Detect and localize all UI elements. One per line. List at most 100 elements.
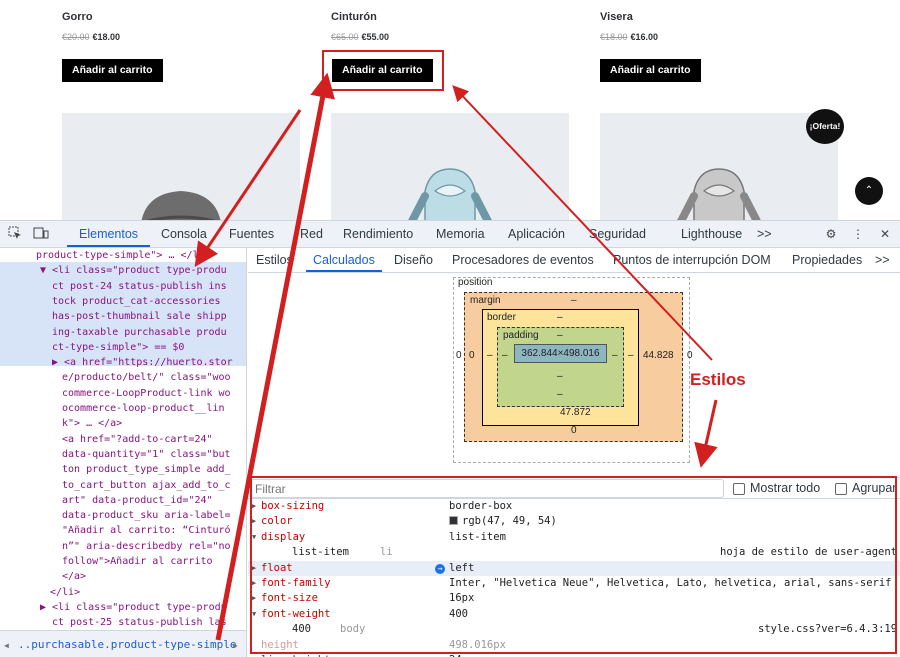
- breadcrumb-item[interactable]: ..purchasable.product-type-simple: [18, 637, 237, 652]
- border-label: border: [487, 312, 516, 323]
- more-tabs-icon[interactable]: >>: [875, 248, 890, 272]
- dom-line[interactable]: ct-type-simple"> == $0: [52, 340, 184, 355]
- hoodie-image: [675, 168, 763, 223]
- gear-icon[interactable]: ⚙: [823, 226, 839, 242]
- position-label: position: [458, 277, 493, 288]
- product-name[interactable]: Gorro: [62, 11, 93, 23]
- tab-sources[interactable]: Fuentes: [229, 221, 274, 247]
- add-to-cart-button[interactable]: Añadir al carrito: [600, 59, 701, 82]
- margin-label: margin: [470, 295, 501, 306]
- dom-line[interactable]: "Añadir al carrito: “Cinturó: [62, 523, 231, 538]
- dom-line[interactable]: ton product_type_simple add_: [62, 462, 231, 477]
- padding-right-value[interactable]: –: [612, 350, 618, 361]
- dom-line[interactable]: ct post-24 status-publish ins: [52, 279, 227, 294]
- dom-line[interactable]: art" data-product_id="24": [62, 493, 213, 508]
- product-image[interactable]: [600, 113, 838, 223]
- old-price: €18.00: [600, 32, 628, 42]
- dom-line[interactable]: ▶ <li class="product type-produ: [40, 600, 227, 615]
- old-price: €20.00: [62, 32, 90, 42]
- device-toolbar-icon[interactable]: [33, 226, 49, 242]
- tab-network[interactable]: Red: [300, 221, 323, 247]
- chevron-right-icon[interactable]: ▶: [233, 638, 238, 653]
- tab-memory[interactable]: Memoria: [436, 221, 485, 247]
- dom-line[interactable]: k"> … </a>: [62, 416, 122, 431]
- tab-lighthouse[interactable]: Lighthouse: [681, 221, 742, 247]
- border-left-value[interactable]: –: [487, 350, 493, 361]
- dom-line[interactable]: data-product_sku aria-label=: [62, 508, 231, 523]
- sale-price: €55.00: [361, 32, 390, 42]
- add-to-cart-button[interactable]: Añadir al carrito: [62, 59, 163, 82]
- sidebar-tabs: Estilos Calculados Diseño Procesadores d…: [248, 248, 900, 273]
- padding-top-value[interactable]: –: [557, 330, 563, 341]
- dom-line[interactable]: </li>: [50, 585, 80, 600]
- margin-right-value[interactable]: 44.828: [643, 350, 674, 361]
- tab-layout[interactable]: Diseño: [394, 248, 433, 272]
- margin-left-value[interactable]: 0: [469, 350, 475, 361]
- shop-grid: Gorro €20.00 €18.00 Añadir al carrito Cin…: [0, 0, 900, 223]
- product-price: €20.00 €18.00: [62, 32, 120, 42]
- sale-badge: ¡Oferta!: [806, 109, 844, 144]
- double-chevron-up-icon[interactable]: ⌃: [855, 177, 883, 205]
- padding-bottom-value[interactable]: –: [557, 371, 563, 382]
- hoodie-image: [406, 168, 494, 223]
- border-right-value[interactable]: –: [628, 350, 634, 361]
- margin-top-value[interactable]: –: [571, 295, 577, 306]
- old-price: €65.00: [331, 32, 359, 42]
- border-bottom-value[interactable]: –: [557, 389, 563, 400]
- chevron-left-icon[interactable]: ◀: [4, 638, 9, 653]
- position-bottom-value[interactable]: 0: [571, 425, 577, 436]
- tab-dom-breakpoints[interactable]: Puntos de interrupción DOM: [613, 248, 771, 272]
- annotation-label: Estilos: [690, 370, 746, 389]
- dom-line[interactable]: e/producto/belt/" class="woo: [62, 370, 231, 385]
- dom-line[interactable]: ing-taxable purchasable produ: [52, 325, 227, 340]
- dom-line[interactable]: n”" aria-describedby rel="no: [62, 539, 231, 554]
- page: Gorro €20.00 €18.00 Añadir al carrito Cin…: [0, 0, 900, 657]
- dom-line[interactable]: ct post-25 status-publish las: [52, 615, 227, 630]
- tab-properties[interactable]: Propiedades: [792, 248, 862, 272]
- dom-line[interactable]: commerce-LoopProduct-link wo: [62, 386, 231, 401]
- computed-highlight-box: [250, 476, 897, 654]
- border-top-value[interactable]: –: [557, 312, 563, 323]
- inspect-element-icon[interactable]: [7, 226, 23, 242]
- dom-line[interactable]: follow">Añadir al carrito: [62, 554, 213, 569]
- dom-line[interactable]: product-type-simple"> … </li>: [36, 248, 211, 263]
- tab-elements[interactable]: Elementos: [67, 221, 151, 247]
- tab-console[interactable]: Consola: [161, 221, 207, 247]
- product-name[interactable]: Cinturón: [331, 11, 377, 23]
- position-right-value[interactable]: 0: [687, 350, 693, 361]
- product-name[interactable]: Visera: [600, 11, 633, 23]
- dom-line[interactable]: ocommerce-loop-product__lin: [62, 401, 225, 416]
- dom-line[interactable]: ▶ <a href="https://huerto.stor: [52, 355, 233, 370]
- product-price: €65.00 €55.00: [331, 32, 389, 42]
- box-model-content[interactable]: 362.844×498.016: [514, 344, 607, 363]
- dom-line[interactable]: </a>: [62, 569, 86, 584]
- tab-application[interactable]: Aplicación: [508, 221, 565, 247]
- dom-line[interactable]: to_cart_button ajax_add_to_c: [62, 478, 231, 493]
- box-model-diagram: position margin – border – padding – 362…: [248, 273, 900, 477]
- dom-line[interactable]: has-post-thumbnail sale shipp: [52, 309, 227, 324]
- dom-line[interactable]: <a href="?add-to-cart=24": [62, 432, 213, 447]
- more-tabs-icon[interactable]: >>: [757, 221, 772, 247]
- product-image[interactable]: [62, 113, 300, 223]
- kebab-menu-icon[interactable]: ⋮: [850, 226, 866, 242]
- padding-left-value[interactable]: –: [502, 350, 508, 361]
- sale-price: €16.00: [630, 32, 659, 42]
- dom-line[interactable]: ▼ <li class="product type-produ: [40, 263, 227, 278]
- sale-price: €18.00: [92, 32, 121, 42]
- tab-event-listeners[interactable]: Procesadores de eventos: [452, 248, 594, 272]
- padding-label: padding: [503, 330, 539, 341]
- tab-performance[interactable]: Rendimiento: [343, 221, 413, 247]
- product-image[interactable]: [331, 113, 569, 223]
- position-left-value[interactable]: 0: [456, 350, 462, 361]
- product-price: €18.00 €16.00: [600, 32, 658, 42]
- margin-bottom-value[interactable]: 47.872: [560, 407, 591, 418]
- close-icon[interactable]: ✕: [877, 226, 893, 242]
- highlight-box: [322, 50, 444, 91]
- dom-line[interactable]: data-quantity="1" class="but: [62, 447, 231, 462]
- tab-styles[interactable]: Estilos: [256, 248, 293, 272]
- tab-computed[interactable]: Calculados: [306, 248, 382, 272]
- beanie-image: [141, 191, 221, 223]
- dom-line[interactable]: tock product_cat-accessories: [52, 294, 221, 309]
- tab-security[interactable]: Seguridad: [589, 221, 646, 247]
- elements-tree: product-type-simple"> … </li> ▼ <li class…: [0, 248, 247, 657]
